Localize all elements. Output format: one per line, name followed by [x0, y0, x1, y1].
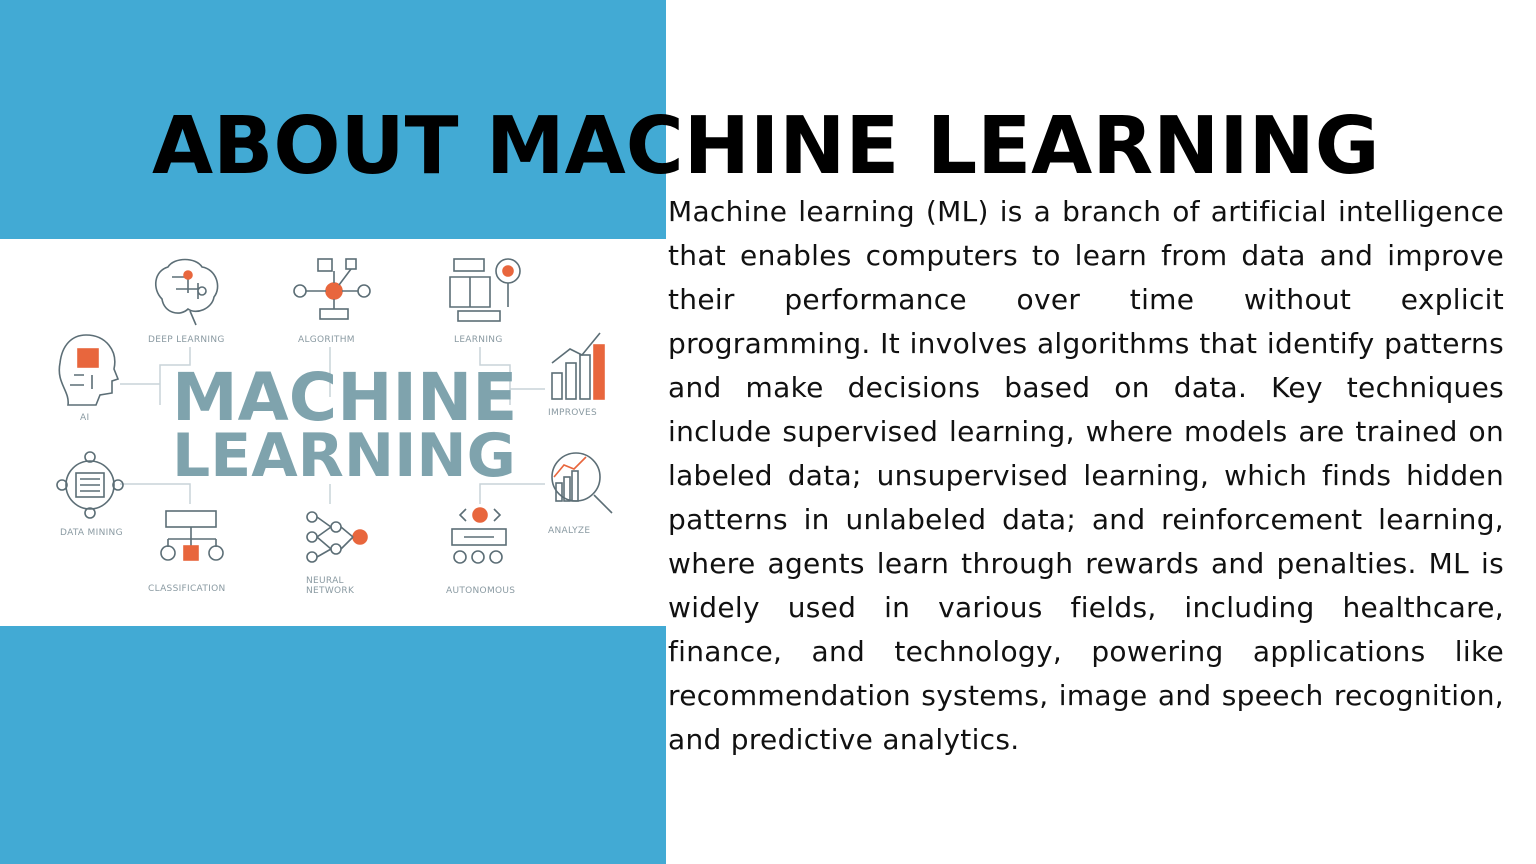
data-mining-icon [56, 451, 124, 519]
label-autonomous: AUTONOMOUS [446, 586, 515, 596]
wordmark-learning: LEARNING [172, 421, 516, 491]
neural-network-icon [306, 511, 368, 563]
label-algorithm: ALGORITHM [298, 335, 355, 345]
machine-learning-illustration: DEEP LEARNING ALGORITHM LEARNING AI IMPR… [0, 239, 666, 626]
autonomous-icon [451, 507, 507, 564]
ai-head-icon [58, 334, 120, 406]
label-neural-network-line1: NEURAL [306, 576, 344, 586]
body-paragraph: Machine learning (ML) is a branch of art… [668, 195, 1504, 756]
brain-icon [155, 258, 219, 326]
book-gear-icon [449, 258, 521, 322]
label-learning: LEARNING [454, 335, 503, 345]
classification-icon [160, 510, 224, 561]
bar-chart-icon [551, 332, 605, 400]
analyze-magnifier-icon [551, 452, 613, 514]
label-neural-network-line2: NETWORK [306, 586, 355, 596]
label-analyze: ANALYZE [548, 526, 590, 536]
algorithm-icon [293, 258, 371, 320]
page-title: ABOUT MACHINE LEARNING [152, 100, 1380, 192]
label-deep-learning: DEEP LEARNING [148, 335, 225, 345]
label-ai: AI [80, 413, 89, 423]
label-improves: IMPROVES [548, 408, 597, 418]
label-data-mining: DATA MINING [60, 528, 123, 538]
slide: DEEP LEARNING ALGORITHM LEARNING AI IMPR… [0, 0, 1536, 864]
label-classification: CLASSIFICATION [148, 584, 225, 594]
illustration-svg: DEEP LEARNING ALGORITHM LEARNING AI IMPR… [56, 258, 613, 596]
